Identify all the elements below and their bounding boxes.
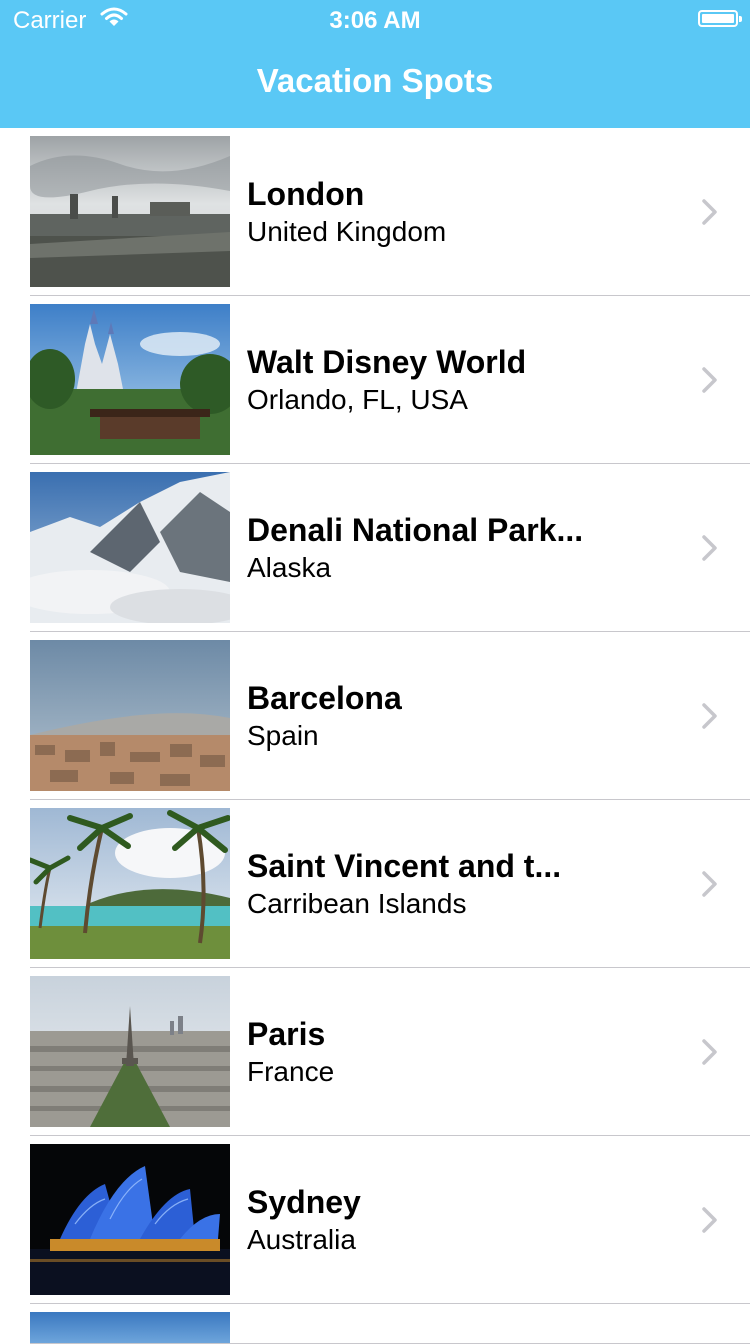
item-title: Barcelona <box>247 680 402 716</box>
city-photo <box>30 640 230 791</box>
item-subtitle: Orlando, FL, USA <box>247 384 468 415</box>
item-title: Denali National Park... <box>247 512 584 548</box>
item-subtitle: Alaska <box>247 552 332 583</box>
list-item[interactable]: Denali National Park... Alaska <box>0 464 750 632</box>
chevron-right-icon <box>700 534 720 567</box>
item-title: Walt Disney World <box>247 344 527 380</box>
list-item-partial[interactable] <box>0 1304 750 1344</box>
vacation-list: London United Kingdom Walt Disney World … <box>0 128 750 1344</box>
item-title: Sydney <box>247 1184 361 1220</box>
castle-photo <box>30 304 230 455</box>
item-title: Paris <box>247 1016 326 1052</box>
chevron-right-icon <box>700 1038 720 1071</box>
item-subtitle: United Kingdom <box>247 216 447 247</box>
list-item[interactable]: Barcelona Spain <box>0 632 750 800</box>
opera-house-photo <box>30 1144 230 1295</box>
item-subtitle: Australia <box>247 1224 356 1255</box>
list-item[interactable]: London United Kingdom <box>0 128 750 296</box>
list-item[interactable]: Paris France <box>0 968 750 1136</box>
item-title: Saint Vincent and t... <box>247 848 562 884</box>
chevron-right-icon <box>700 198 720 231</box>
paris-photo <box>30 976 230 1127</box>
chevron-right-icon <box>700 1206 720 1239</box>
mountain-photo <box>30 472 230 623</box>
partial-photo <box>30 1312 230 1344</box>
status-bar: Carrier 3:06 AM <box>0 0 750 40</box>
list-item[interactable]: Sydney Australia <box>0 1136 750 1304</box>
list-item[interactable]: Saint Vincent and t... Carribean Islands <box>0 800 750 968</box>
page-title: Vacation Spots <box>256 62 494 99</box>
list-item[interactable]: Walt Disney World Orlando, FL, USA <box>0 296 750 464</box>
item-subtitle: Spain <box>247 720 319 751</box>
item-subtitle: Carribean Islands <box>247 888 467 919</box>
navigation-bar: Carrier 3:06 AM Vacation Spots <box>0 0 750 128</box>
chevron-right-icon <box>700 702 720 735</box>
battery-icon <box>698 10 742 27</box>
status-time: 3:06 AM <box>329 7 421 34</box>
chevron-right-icon <box>700 366 720 399</box>
london-photo <box>30 136 230 287</box>
item-subtitle: France <box>247 1056 335 1087</box>
item-title: London <box>247 176 365 212</box>
chevron-right-icon <box>700 870 720 903</box>
beach-photo <box>30 808 230 959</box>
